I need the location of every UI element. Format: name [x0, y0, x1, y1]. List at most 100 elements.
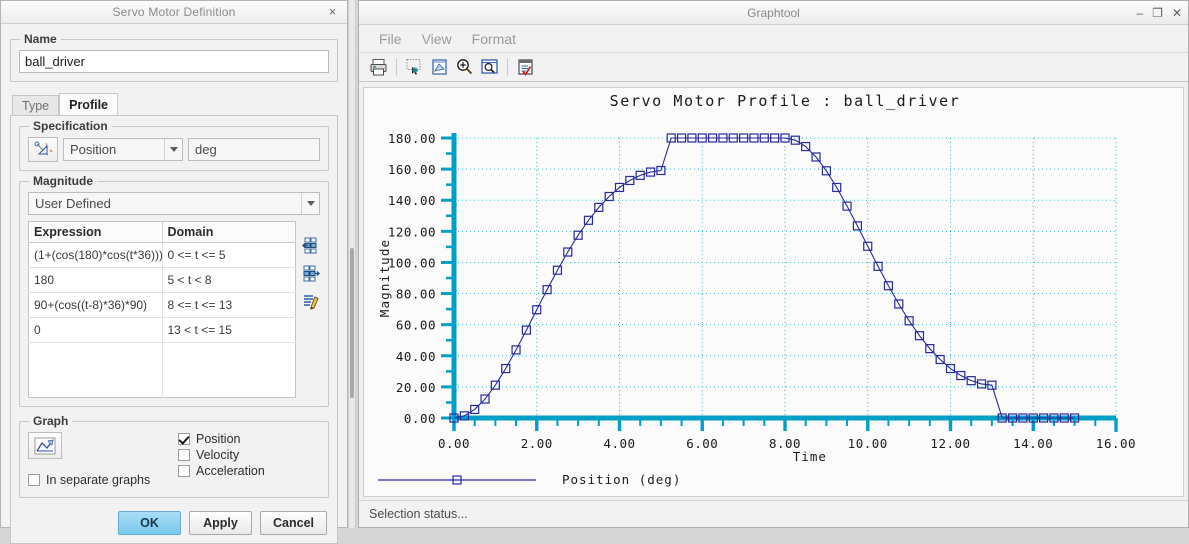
legend-label: Position (deg)	[562, 472, 681, 487]
cell-domain: 5 < t < 8	[162, 267, 296, 293]
menu-format[interactable]: Format	[464, 29, 524, 49]
checkbox-box[interactable]	[178, 449, 190, 461]
name-input[interactable]	[19, 50, 329, 73]
graph-group: Graph In separate graphs Position Veloci…	[19, 414, 329, 498]
table-row[interactable]: 90+(cos((t-8)*36)*90) 8 <= t <= 13	[28, 292, 296, 318]
acceleration-label: Acceleration	[196, 464, 265, 478]
chart-canvas[interactable]: Servo Motor Profile : ball_driver 0.00 20.…	[363, 87, 1184, 497]
dialog-button-bar: OK Apply Cancel	[19, 511, 329, 535]
magnitude-type-value: User Defined	[35, 196, 111, 211]
select-icon[interactable]	[403, 56, 426, 79]
vertical-scrollbar[interactable]	[348, 0, 356, 528]
dialog-title: Servo Motor Definition	[112, 5, 236, 19]
page-format-icon[interactable]	[428, 56, 451, 79]
servo-motor-definition-dialog: Servo Motor Definition × Name Type Profi…	[0, 0, 348, 544]
minimize-icon[interactable]: –	[1136, 7, 1143, 19]
table-row[interactable]: 0 13 < t <= 15	[28, 317, 296, 343]
window-controls: – ❐ ✕	[1136, 1, 1182, 24]
y-tick-label: 100.00	[388, 255, 436, 270]
x-axis-title: Time	[793, 449, 827, 464]
table-row[interactable]: 180 5 < t < 8	[28, 267, 296, 293]
y-tick-label: 20.00	[396, 380, 436, 395]
close-icon[interactable]: ✕	[1172, 7, 1182, 19]
checkbox-box[interactable]	[178, 465, 190, 477]
toolbar-separator	[396, 58, 397, 76]
graph-preview-button[interactable]	[28, 432, 62, 459]
measure-picker-icon[interactable]	[28, 137, 58, 162]
menubar: File View Format	[359, 25, 1188, 53]
table-row[interactable]: (1+(cos(180)*cos(t*36)))*90 0 <= t <= 5	[28, 242, 296, 268]
specification-legend: Specification	[29, 119, 112, 133]
x-tick-label: 10.00	[848, 436, 888, 451]
apply-button[interactable]: Apply	[189, 511, 252, 535]
chevron-down-icon[interactable]	[164, 139, 182, 160]
y-tick-label: 60.00	[396, 318, 436, 333]
report-icon[interactable]	[514, 56, 537, 79]
menu-view[interactable]: View	[414, 29, 460, 49]
y-tick-label: 180.00	[388, 131, 436, 146]
graphtool-title: Graphtool	[747, 5, 800, 20]
magnitude-type-combo[interactable]: User Defined	[28, 192, 320, 215]
close-icon[interactable]: ×	[325, 4, 340, 19]
table-empty-area[interactable]	[28, 342, 296, 398]
quantity-combo[interactable]: Position	[63, 138, 183, 161]
series-line	[453, 137, 1075, 419]
statusbar: Selection status...	[359, 500, 1188, 527]
x-tick-label: 16.00	[1096, 436, 1136, 451]
tab-type[interactable]: Type	[12, 95, 60, 116]
status-text: Selection status...	[369, 507, 468, 521]
chart-title: Servo Motor Profile : ball_driver	[610, 92, 961, 110]
cell-expression: 90+(cos((t-8)*36)*90)	[28, 292, 163, 318]
in-separate-graphs-checkbox[interactable]: In separate graphs	[28, 473, 178, 487]
graph-options-row: In separate graphs Position Velocity Acc…	[28, 432, 320, 489]
add-row-icon[interactable]	[302, 265, 320, 283]
specification-group: Specification Position deg	[19, 119, 329, 171]
x-tick-label: 0.00	[438, 436, 470, 451]
zoom-in-icon[interactable]	[453, 56, 476, 79]
name-group: Name	[10, 32, 338, 82]
app-root: Servo Motor Definition × Name Type Profi…	[0, 0, 1189, 544]
zoom-window-icon[interactable]	[478, 56, 501, 79]
cancel-button[interactable]: Cancel	[260, 511, 327, 535]
y-tick-label: 140.00	[388, 193, 436, 208]
toolbar-separator	[507, 58, 508, 76]
x-tick-label: 6.00	[686, 436, 718, 451]
y-tick-label: 160.00	[388, 162, 436, 177]
magnitude-legend: Magnitude	[29, 174, 97, 188]
print-icon[interactable]	[367, 56, 390, 79]
velocity-label: Velocity	[196, 448, 240, 462]
tab-profile[interactable]: Profile	[59, 93, 119, 116]
expression-table: Expression Domain (1+(cos(180)*cos(t*36)…	[28, 221, 296, 398]
position-label: Position	[196, 432, 241, 446]
graphtool-titlebar: Graphtool – ❐ ✕	[359, 1, 1188, 25]
velocity-checkbox[interactable]: Velocity	[178, 448, 265, 462]
ok-button[interactable]: OK	[118, 511, 181, 535]
cell-expression: 180	[28, 267, 163, 293]
cell-domain: 0 <= t <= 5	[162, 242, 296, 268]
menu-file[interactable]: File	[371, 29, 410, 49]
cell-expression: (1+(cos(180)*cos(t*36)))*90	[28, 242, 163, 268]
maximize-icon[interactable]: ❐	[1152, 7, 1163, 19]
name-group-legend: Name	[20, 32, 61, 46]
scrollbar-thumb[interactable]	[350, 248, 354, 398]
graph-group-legend: Graph	[29, 414, 73, 428]
x-tick-label: 14.00	[1013, 436, 1053, 451]
x-tick-label: 12.00	[930, 436, 970, 451]
acceleration-checkbox[interactable]: Acceleration	[178, 464, 265, 478]
profile-tab-panel: Specification Position deg Magnitude Use…	[10, 115, 338, 544]
chart-svg: Servo Motor Profile : ball_driver 0.00 20.…	[377, 92, 1136, 487]
checkbox-box[interactable]	[28, 474, 40, 486]
chevron-down-icon[interactable]	[301, 193, 319, 214]
y-tick-label: 40.00	[396, 349, 436, 364]
graph-output-checkboxes: Position Velocity Acceleration	[178, 432, 265, 489]
tabstrip: Type Profile	[12, 93, 338, 116]
checkbox-box[interactable]	[178, 433, 190, 445]
unit-field[interactable]: deg	[188, 138, 320, 161]
expression-table-area: Expression Domain (1+(cos(180)*cos(t*36)…	[28, 221, 320, 398]
cell-domain: 13 < t <= 15	[162, 317, 296, 343]
cell-expression: 0	[28, 317, 163, 343]
insert-row-icon[interactable]	[302, 237, 320, 255]
cell-empty	[162, 343, 296, 398]
edit-row-icon[interactable]	[302, 293, 320, 311]
position-checkbox[interactable]: Position	[178, 432, 265, 446]
